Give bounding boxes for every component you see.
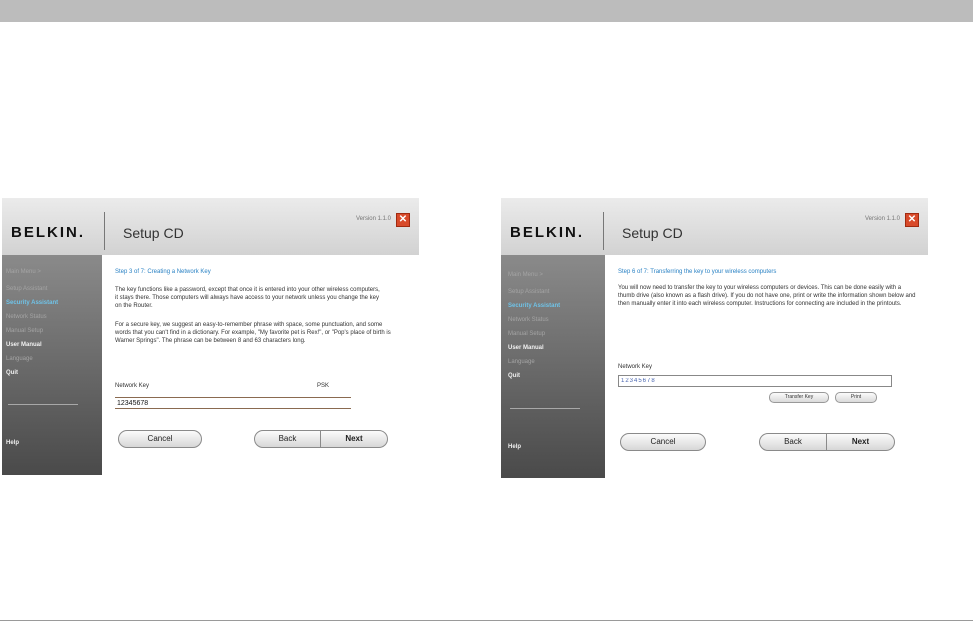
sidebar: Main Menu > Setup Assistant Security Ass… <box>501 255 605 478</box>
sidebar-divider <box>8 404 78 405</box>
back-button[interactable]: Back <box>760 434 826 450</box>
version-label: Version 1.1.0 <box>355 216 391 222</box>
step-heading: Step 6 of 7: Transferring the key to you… <box>618 269 777 275</box>
description-paragraph-1: The key functions like a password, excep… <box>115 287 380 309</box>
description-paragraph: You will now need to transfer the key to… <box>618 285 916 307</box>
belkin-logo: BELKIN. <box>510 224 584 241</box>
transfer-key-button[interactable]: Transfer Key <box>769 392 829 403</box>
setup-window-step3: BELKIN. Setup CD Version 1.1.0 ✕ Main Me… <box>2 198 419 475</box>
header-divider <box>603 212 604 250</box>
sidebar-item-setup-assistant[interactable]: Setup Assistant <box>508 289 549 295</box>
sidebar-item-main-menu[interactable]: Main Menu > <box>6 269 41 275</box>
network-key-label: Network Key <box>115 383 150 389</box>
psk-label: PSK <box>317 383 330 389</box>
header-divider <box>104 212 105 250</box>
sidebar: Main Menu > Setup Assistant Security Ass… <box>2 255 102 475</box>
sidebar-item-language[interactable]: Language <box>6 356 33 362</box>
next-button[interactable]: Next <box>827 434 894 450</box>
setup-window-step6: BELKIN. Setup CD Version 1.1.0 ✕ Main Me… <box>501 198 928 478</box>
print-button[interactable]: Print <box>835 392 877 403</box>
back-button[interactable]: Back <box>255 431 320 447</box>
sidebar-item-setup-assistant[interactable]: Setup Assistant <box>6 286 47 292</box>
network-key-input[interactable] <box>618 375 892 387</box>
cancel-button[interactable]: Cancel <box>620 433 706 451</box>
window-title: Setup CD <box>622 225 683 241</box>
step-heading: Step 3 of 7: Creating a Network Key <box>115 269 211 275</box>
back-next-button-group: Back Next <box>759 433 895 451</box>
sidebar-item-quit[interactable]: Quit <box>6 370 18 376</box>
network-key-input[interactable] <box>115 397 351 409</box>
sidebar-item-security-assistant[interactable]: Security Assistant <box>508 303 560 309</box>
close-icon[interactable]: ✕ <box>396 213 410 227</box>
sidebar-item-quit[interactable]: Quit <box>508 373 520 379</box>
sidebar-item-help[interactable]: Help <box>508 444 521 450</box>
sidebar-item-user-manual[interactable]: User Manual <box>6 342 42 348</box>
next-button[interactable]: Next <box>321 431 387 447</box>
close-icon[interactable]: ✕ <box>905 213 919 227</box>
sidebar-item-user-manual[interactable]: User Manual <box>508 345 544 351</box>
sidebar-item-main-menu[interactable]: Main Menu > <box>508 272 543 278</box>
page-bottom-rule <box>0 620 973 621</box>
window-header: BELKIN. Setup CD Version 1.1.0 ✕ <box>501 198 928 255</box>
window-title: Setup CD <box>123 225 184 241</box>
version-label: Version 1.1.0 <box>864 216 900 222</box>
window-header: BELKIN. Setup CD Version 1.1.0 ✕ <box>2 198 419 255</box>
sidebar-item-help[interactable]: Help <box>6 440 19 446</box>
sidebar-item-manual-setup[interactable]: Manual Setup <box>508 331 545 337</box>
page-top-bar <box>0 0 973 22</box>
sidebar-item-manual-setup[interactable]: Manual Setup <box>6 328 43 334</box>
sidebar-item-network-status[interactable]: Network Status <box>508 317 549 323</box>
sidebar-item-network-status[interactable]: Network Status <box>6 314 47 320</box>
sidebar-item-language[interactable]: Language <box>508 359 535 365</box>
sidebar-divider <box>510 408 580 409</box>
sidebar-item-security-assistant[interactable]: Security Assistant <box>6 300 58 306</box>
cancel-button[interactable]: Cancel <box>118 430 202 448</box>
main-content: Step 3 of 7: Creating a Network Key The … <box>102 255 419 475</box>
network-key-label: Network Key <box>618 364 653 370</box>
belkin-logo: BELKIN. <box>11 224 85 241</box>
description-paragraph-2: For a secure key, we suggest an easy-to-… <box>115 322 391 344</box>
main-content: Step 6 of 7: Transferring the key to you… <box>605 255 928 478</box>
back-next-button-group: Back Next <box>254 430 388 448</box>
